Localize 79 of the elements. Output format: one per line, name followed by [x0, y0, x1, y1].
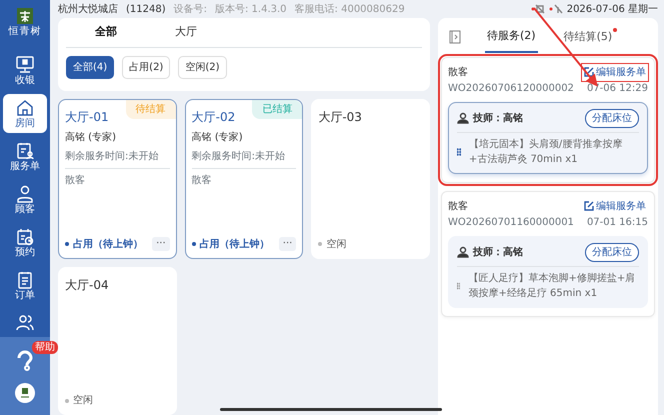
area-tab[interactable]: 大厅 — [146, 18, 226, 46]
drag-handle-icon — [457, 146, 461, 156]
sidebar-item[interactable]: 预约 — [3, 223, 47, 262]
status-dot — [318, 242, 322, 246]
remaining-time: 剩余服务时间:未开始 — [192, 150, 286, 164]
people-icon — [15, 313, 35, 333]
assign-bed-button[interactable]: 分配床位 — [585, 108, 639, 128]
service-description: 【培元固本】头肩颈/腰背推拿按摩+古法葫芦灸 70min x1 — [468, 138, 624, 166]
mute-icon — [530, 4, 545, 14]
edit-order-link[interactable]: 编辑服务单 — [582, 198, 648, 214]
technician-name: 技师：高铭 — [473, 245, 523, 260]
room-name: 大厅-03 — [318, 108, 362, 126]
no-signal-icon — [548, 4, 563, 14]
order-card[interactable]: 散客 编辑服务单 WO20260701160000001 07-01 16:15 技师：高铭 分配床位 【匠人足疗】草本泡脚+修脚搓盐+肩颈按摩+经络足疗 65min x1 — [441, 190, 655, 316]
area-tab[interactable]: 全部 — [66, 18, 146, 46]
room-card[interactable]: 大厅-01 待结算 高铭 (专家) 剩余服务时间:未开始 散客 占用（待上钟） ··· — [58, 98, 177, 258]
room-status: 占用（待上钟） — [73, 238, 143, 252]
status-tag: 待结算 — [126, 100, 176, 118]
edit-icon — [584, 201, 594, 211]
help-badge: 帮助 — [32, 341, 58, 354]
store-code: (11248) — [126, 2, 166, 16]
status-dot — [65, 398, 69, 402]
filter-chip[interactable]: 空闲(2) — [178, 56, 227, 78]
technician-name: 技师：高铭 — [473, 111, 523, 126]
service-description: 【匠人足疗】草本泡脚+修脚搓盐+肩颈按摩+经络足疗 65min x1 — [468, 272, 636, 300]
collapse-panel-icon — [449, 30, 461, 44]
room-status: 空闲 — [326, 238, 346, 252]
avatar-icon — [15, 383, 35, 403]
technician-name: 高铭 (专家) — [65, 130, 117, 144]
room-card[interactable]: 大厅-04 空闲 — [58, 266, 177, 415]
order-time: 07-01 16:15 — [586, 216, 648, 230]
filter-chip[interactable]: 占用(2) — [122, 56, 170, 78]
room-status: 空闲 — [73, 394, 93, 408]
room-card[interactable]: 大厅-03 空闲 — [311, 98, 430, 258]
edit-order-link[interactable]: 编辑服务单 — [582, 64, 648, 80]
hotline-text: 客服电话: 4000080629 — [294, 2, 405, 16]
edit-icon — [584, 67, 594, 77]
order-time: 07-06 12:29 — [586, 82, 648, 96]
technician-name: 高铭 (专家) — [192, 130, 244, 144]
drag-handle-icon — [457, 280, 460, 290]
sidebar-item[interactable]: 订单 — [3, 266, 47, 305]
clipboard-person-icon — [15, 141, 35, 161]
filter-chip[interactable]: 全部(4) — [66, 56, 114, 78]
status-dot — [65, 242, 69, 246]
customer-type: 散客 — [65, 174, 86, 188]
room-name: 大厅-02 — [192, 108, 236, 126]
room-name: 大厅-01 — [65, 108, 109, 126]
house-icon — [15, 98, 35, 118]
customer-type: 散客 — [448, 200, 468, 214]
customer-type: 散客 — [192, 174, 213, 188]
store-name: 杭州大悦城店 — [58, 2, 118, 16]
order-number: WO20260701160000001 — [448, 216, 574, 230]
status-dot — [192, 242, 196, 246]
room-card[interactable]: 大厅-02 已结算 高铭 (专家) 剩余服务时间:未开始 散客 占用（待上钟） ··· — [184, 98, 304, 258]
order-tab[interactable]: 待结算(5) — [562, 23, 614, 52]
room-name: 大厅-04 — [65, 276, 109, 294]
assign-bed-button[interactable]: 分配床位 — [585, 242, 639, 262]
monitor-icon — [15, 55, 35, 75]
more-button[interactable]: ··· — [152, 237, 170, 251]
status-tag: 已结算 — [252, 100, 302, 118]
tree-logo-icon — [17, 8, 33, 24]
order-number: WO20260706120000002 — [448, 82, 574, 96]
customer-type: 散客 — [448, 66, 468, 80]
remaining-time: 剩余服务时间:未开始 — [65, 150, 160, 164]
sidebar-item[interactable]: 收银 — [3, 51, 47, 90]
version-text: 版本号: 1.4.3.0 — [215, 2, 287, 16]
person-icon — [15, 184, 35, 204]
device-label: 设备号: — [174, 2, 207, 16]
sidebar-item[interactable]: 顾客 — [3, 180, 47, 219]
technician-icon — [457, 112, 469, 124]
sidebar-item[interactable]: 服务单 — [3, 137, 47, 176]
calendar-clock-icon — [15, 227, 35, 247]
more-button[interactable]: ··· — [278, 237, 296, 251]
date-text: 2026-07-06 星期一 — [566, 2, 658, 16]
technician-icon — [457, 246, 469, 258]
sidebar-item[interactable]: 房间 — [3, 94, 47, 133]
logo-text: 恒青树 — [8, 24, 42, 39]
room-status: 占用（待上钟） — [200, 238, 270, 252]
order-tab[interactable]: 待服务(2) — [485, 22, 538, 52]
